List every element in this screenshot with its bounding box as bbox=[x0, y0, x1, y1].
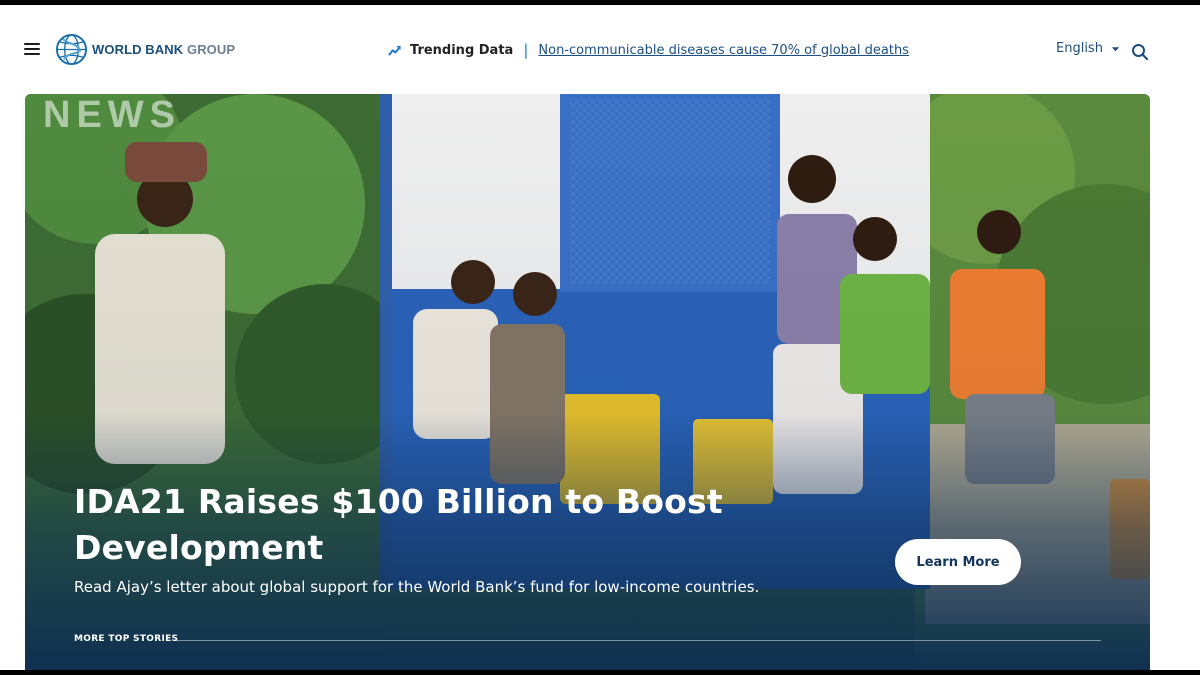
logo-text: WORLD BANK GROUP bbox=[92, 42, 235, 57]
hero-headline[interactable]: IDA21 Raises $100 Billion to Boost Devel… bbox=[74, 479, 774, 570]
page-frame: WORLD BANK GROUP Trending Data | Non-com… bbox=[0, 5, 1200, 670]
search-icon[interactable] bbox=[1131, 43, 1149, 61]
more-top-stories-label[interactable]: MORE TOP STORIES bbox=[74, 634, 178, 644]
world-bank-logo[interactable]: WORLD BANK GROUP bbox=[55, 33, 235, 66]
hamburger-icon[interactable] bbox=[24, 43, 40, 55]
globe-logo-icon bbox=[55, 33, 88, 66]
site-header: WORLD BANK GROUP Trending Data | Non-com… bbox=[0, 5, 1200, 93]
logo-text-light: GROUP bbox=[186, 42, 236, 57]
divider bbox=[175, 640, 1101, 641]
language-label: English bbox=[1056, 41, 1103, 56]
headline-line-1: IDA21 Raises $100 Billion to Boost bbox=[74, 482, 723, 521]
trending-separator: | bbox=[523, 41, 529, 59]
hero-subtext: Read Ajay’s letter about global support … bbox=[74, 578, 760, 596]
learn-more-button[interactable]: Learn More bbox=[895, 539, 1021, 585]
logo-text-bold: WORLD BANK bbox=[92, 42, 184, 57]
headline-line-2: Development bbox=[74, 527, 324, 567]
trending-arrow-icon bbox=[388, 45, 401, 56]
hero-banner: NEWS IDA21 Raises $100 Billion to Boost … bbox=[25, 94, 1150, 670]
trending-link[interactable]: Non-communicable diseases cause 70% of g… bbox=[538, 43, 909, 58]
news-watermark: NEWS bbox=[43, 94, 181, 136]
language-selector[interactable]: English bbox=[1056, 41, 1120, 56]
chevron-down-icon bbox=[1111, 46, 1120, 51]
trending-data-bar: Trending Data | Non-communicable disease… bbox=[388, 41, 909, 59]
trending-label: Trending Data bbox=[410, 42, 514, 58]
